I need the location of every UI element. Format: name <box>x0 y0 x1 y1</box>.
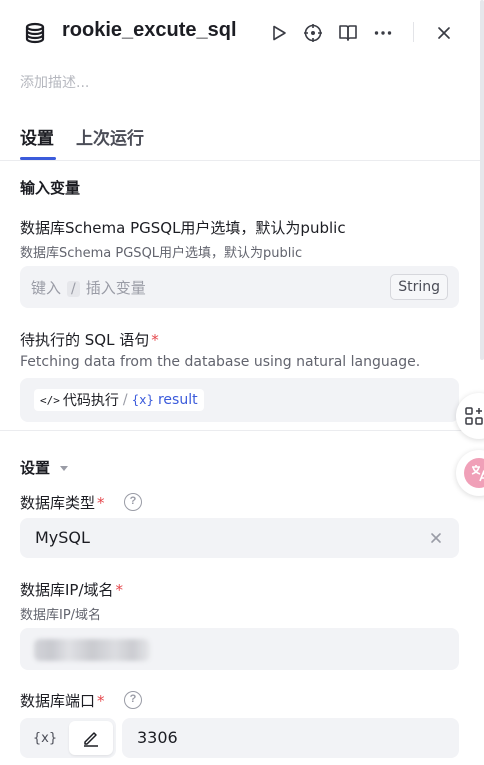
description-input[interactable]: 添加描述... <box>20 72 89 92</box>
schema-input[interactable]: 键入 / 插入变量 String <box>20 266 459 308</box>
redacted-host-value <box>34 639 150 661</box>
ref-node-name: 代码执行 <box>62 393 119 409</box>
active-tab-indicator <box>20 157 56 160</box>
db-type-select[interactable]: MySQL <box>20 518 459 558</box>
variable-icon: {x} <box>131 393 154 407</box>
type-badge: String <box>390 274 448 300</box>
ref-variable-name: result <box>157 392 198 408</box>
db-port-label-text: 数据库端口 <box>20 692 96 710</box>
schema-field-description: 数据库Schema PGSQL用户选填，默认为public <box>20 246 303 261</box>
close-button[interactable] <box>433 22 455 44</box>
db-port-label: 数据库端口 * <box>20 690 105 711</box>
schema-field-label: 数据库Schema PGSQL用户选填，默认为public <box>20 219 346 237</box>
scrollbar[interactable] <box>480 0 484 360</box>
db-host-input[interactable] <box>20 628 459 670</box>
panel-header: rookie_excute_sql <box>0 0 484 66</box>
required-mark: * <box>151 331 159 349</box>
tab-bar: 设置 上次运行 <box>0 118 484 161</box>
close-icon <box>438 27 450 39</box>
settings-title-text: 设置 <box>20 459 51 477</box>
sql-field-label-text: 待执行的 SQL 语句 <box>20 331 150 349</box>
sql-field-label: 待执行的 SQL 语句 * <box>20 329 159 350</box>
inputs-section-title: 输入变量 <box>20 179 81 197</box>
book-icon <box>339 25 357 41</box>
docs-button[interactable] <box>337 22 359 44</box>
db-type-label: 数据库类型 * <box>20 492 105 513</box>
required-mark: * <box>115 581 124 599</box>
app-grid-float-button[interactable] <box>456 393 484 439</box>
schema-input-placeholder: 键入 / 插入变量 <box>31 277 146 298</box>
code-icon: </> <box>40 393 60 407</box>
play-icon <box>273 25 286 41</box>
db-host-description: 数据库IP/域名 <box>20 608 102 623</box>
placeholder-prefix: 键入 <box>31 279 62 297</box>
translate-icon <box>464 458 484 488</box>
db-port-input[interactable]: 3306 <box>122 718 459 758</box>
translate-float-button[interactable] <box>456 450 484 496</box>
settings-section-title[interactable]: 设置 <box>20 457 69 478</box>
ref-separator: / <box>122 392 128 408</box>
db-type-label-text: 数据库类型 <box>20 494 96 512</box>
port-mode-toggle: {x} <box>20 718 116 758</box>
help-icon[interactable]: ? <box>124 493 142 511</box>
required-mark: * <box>97 494 105 512</box>
required-mark: * <box>97 692 105 710</box>
sql-input[interactable]: </> 代码执行 / {x} result <box>20 378 459 422</box>
more-icon <box>374 31 392 35</box>
db-host-label: 数据库IP/域名 * <box>20 579 123 600</box>
section-divider <box>0 430 484 431</box>
db-host-label-text: 数据库IP/域名 <box>20 581 114 599</box>
pencil-icon <box>84 732 98 747</box>
run-button[interactable] <box>268 22 290 44</box>
database-icon <box>23 21 47 45</box>
manual-mode-option[interactable] <box>69 721 113 755</box>
sql-field-description: Fetching data from the database using na… <box>20 354 421 370</box>
crosshair-icon <box>304 24 322 42</box>
db-type-value: MySQL <box>35 528 90 547</box>
clear-icon[interactable] <box>427 529 445 547</box>
locate-button[interactable] <box>302 22 324 44</box>
grid-add-icon <box>465 407 483 425</box>
help-icon[interactable]: ? <box>124 691 142 709</box>
variable-reference-chip[interactable]: </> 代码执行 / {x} result <box>34 389 204 411</box>
tab-last-run[interactable]: 上次运行 <box>76 124 144 149</box>
db-port-value: 3306 <box>137 728 178 747</box>
variable-mode-option[interactable]: {x} <box>23 721 67 755</box>
caret-down-icon <box>60 466 69 471</box>
tab-settings[interactable]: 设置 <box>20 124 54 149</box>
placeholder-suffix: 插入变量 <box>85 279 146 297</box>
node-title[interactable]: rookie_excute_sql <box>62 19 237 42</box>
slash-key: / <box>67 281 80 297</box>
toolbar-divider <box>413 22 414 42</box>
more-button[interactable] <box>372 22 394 44</box>
